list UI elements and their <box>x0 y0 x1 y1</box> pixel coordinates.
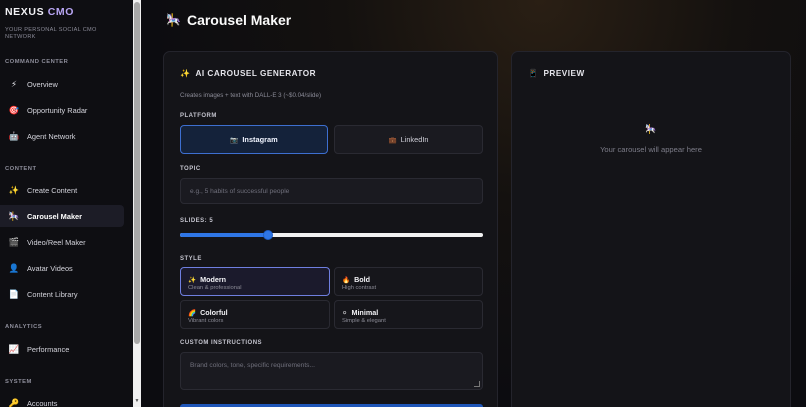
sidebar-item-label: Performance <box>27 344 70 354</box>
sidebar-item-label: Accounts <box>27 398 58 407</box>
resize-handle-icon[interactable] <box>474 381 480 387</box>
lightning-icon: ⚡ <box>11 78 17 89</box>
brand-logo[interactable]: NEXUS CMO <box>5 6 74 18</box>
robot-icon: 🤖 <box>8 130 20 141</box>
sidebar-item-label: Agent Network <box>27 131 76 141</box>
sidebar-item-label: Create Content <box>27 185 78 195</box>
sidebar-item-overview[interactable]: ⚡ Overview <box>0 73 124 95</box>
carousel-horse-icon: 🎠 <box>8 210 20 221</box>
brand-name: NEXUS <box>5 6 45 18</box>
style-desc: Vibrant colors <box>188 318 224 324</box>
sparkles-icon: ✨ <box>8 184 20 195</box>
sidebar-item-performance[interactable]: 📈 Performance <box>0 338 124 360</box>
platform-linkedin-button[interactable]: 💼 LinkedIn <box>334 125 483 154</box>
preview-card: 📱 PREVIEW 🎠 Your carousel will appear he… <box>511 51 791 407</box>
brand-tagline: YOUR PERSONAL SOCIAL CMO NETWORK <box>5 27 97 40</box>
slides-slider[interactable] <box>180 230 483 240</box>
sparkles-icon: ✨ <box>188 276 197 284</box>
sidebar-item-label: Video/Reel Maker <box>27 237 86 247</box>
key-icon: 🔑 <box>8 397 20 407</box>
fire-icon: 🔥 <box>342 276 351 284</box>
scroll-down-icon[interactable]: ▼ <box>134 398 140 404</box>
carousel-horse-icon: 🎠 <box>645 124 657 134</box>
sidebar-item-video-reel-maker[interactable]: 🎬 Video/Reel Maker <box>0 231 124 253</box>
sparkles-icon: ✨ <box>180 69 191 78</box>
style-name-text: Minimal <box>351 308 379 317</box>
rainbow-icon: 🌈 <box>188 309 197 317</box>
style-bold-button[interactable]: 🔥 Bold High contrast <box>334 267 483 296</box>
target-icon: 🎯 <box>8 104 20 115</box>
generator-title: ✨ AI CAROUSEL GENERATOR <box>180 69 316 78</box>
preview-empty-state: 🎠 Your carousel will appear here <box>512 124 790 157</box>
section-analytics: ANALYTICS <box>5 324 43 330</box>
sidebar-item-label: Carousel Maker <box>27 211 83 221</box>
section-content: CONTENT <box>5 166 37 172</box>
style-name-text: Modern <box>200 275 227 284</box>
sidebar-item-avatar-videos[interactable]: 👤 Avatar Videos <box>0 257 124 279</box>
style-name-text: Colorful <box>200 308 228 317</box>
sidebar-item-carousel-maker[interactable]: 🎠 Carousel Maker <box>0 205 124 227</box>
sidebar-item-agent-network[interactable]: 🤖 Agent Network <box>0 125 124 147</box>
page-title-text: Carousel Maker <box>186 12 292 28</box>
topic-input[interactable]: e.g., 5 habits of successful people <box>180 178 483 204</box>
slides-slider-fill <box>180 233 268 237</box>
style-desc: High contrast <box>342 285 377 291</box>
sidebar-item-create-content[interactable]: ✨ Create Content <box>0 179 124 201</box>
chart-icon: 📈 <box>8 343 20 354</box>
style-name: 🌈 Colorful <box>188 308 329 317</box>
app-window: NEXUS CMO YOUR PERSONAL SOCIAL CMO NETWO… <box>0 0 806 407</box>
brand-cmo: CMO <box>47 6 75 18</box>
style-name-text: Bold <box>354 275 371 284</box>
platform-instagram-button[interactable]: 📷 Instagram <box>180 125 328 154</box>
sidebar: NEXUS CMO YOUR PERSONAL SOCIAL CMO NETWO… <box>0 0 133 407</box>
style-desc: Simple & elegant <box>342 318 386 324</box>
slides-slider-handle[interactable] <box>262 230 273 240</box>
phone-icon: 📱 <box>528 69 539 78</box>
section-system: SYSTEM <box>5 379 32 385</box>
style-desc: Clean & professional <box>188 285 242 291</box>
scrollbar-thumb[interactable] <box>134 2 140 344</box>
style-name: 🔥 Bold <box>342 275 482 284</box>
preview-empty-text: Your carousel will appear here <box>600 145 702 154</box>
sidebar-item-opportunity-radar[interactable]: 🎯 Opportunity Radar <box>0 99 124 121</box>
sidebar-item-label: Opportunity Radar <box>27 105 88 115</box>
briefcase-icon: 💼 <box>388 136 397 144</box>
platform-label-text: LinkedIn <box>400 135 429 144</box>
slides-label: SLIDES: 5 <box>180 218 214 224</box>
style-minimal-button[interactable]: ⚪ Minimal Simple & elegant <box>334 300 483 329</box>
sidebar-item-label: Content Library <box>27 289 78 299</box>
carousel-horse-icon: 🎠 <box>166 13 181 27</box>
style-name: ✨ Modern <box>188 275 329 284</box>
topic-label: TOPIC <box>180 166 201 172</box>
circle-icon: ⚪ <box>342 309 348 317</box>
sidebar-item-label: Avatar Videos <box>27 263 73 273</box>
camera-icon: 📷 <box>230 136 239 144</box>
preview-title: 📱 PREVIEW <box>528 69 585 78</box>
platform-label: PLATFORM <box>180 113 217 119</box>
main-content: 🎠 Carousel Maker ✨ AI CAROUSEL GENERATOR… <box>141 0 806 407</box>
custom-instructions-textarea[interactable]: Brand colors, tone, specific requirement… <box>180 352 483 390</box>
page-title: 🎠 Carousel Maker <box>166 12 291 28</box>
style-modern-button[interactable]: ✨ Modern Clean & professional <box>180 267 330 296</box>
sidebar-item-label: Overview <box>27 79 58 89</box>
style-colorful-button[interactable]: 🌈 Colorful Vibrant colors <box>180 300 330 329</box>
style-label: STYLE <box>180 256 202 262</box>
preview-title-text: PREVIEW <box>543 69 585 78</box>
generator-title-text: AI CAROUSEL GENERATOR <box>195 69 317 78</box>
style-name: ⚪ Minimal <box>342 308 482 317</box>
section-command-center: COMMAND CENTER <box>5 59 69 65</box>
platform-label-text: Instagram <box>242 135 278 144</box>
sidebar-item-content-library[interactable]: 📄 Content Library <box>0 283 124 305</box>
page-icon: 📄 <box>8 288 20 299</box>
film-icon: 🎬 <box>8 236 20 247</box>
generator-card: ✨ AI CAROUSEL GENERATOR Creates images +… <box>163 51 498 407</box>
sidebar-item-accounts[interactable]: 🔑 Accounts <box>0 392 124 407</box>
generator-subtitle: Creates images + text with DALL-E 3 (~$0… <box>180 92 322 99</box>
custom-instructions-placeholder: Brand colors, tone, specific requirement… <box>190 362 315 369</box>
custom-instructions-label: CUSTOM INSTRUCTIONS <box>180 340 263 346</box>
person-icon: 👤 <box>8 262 20 273</box>
